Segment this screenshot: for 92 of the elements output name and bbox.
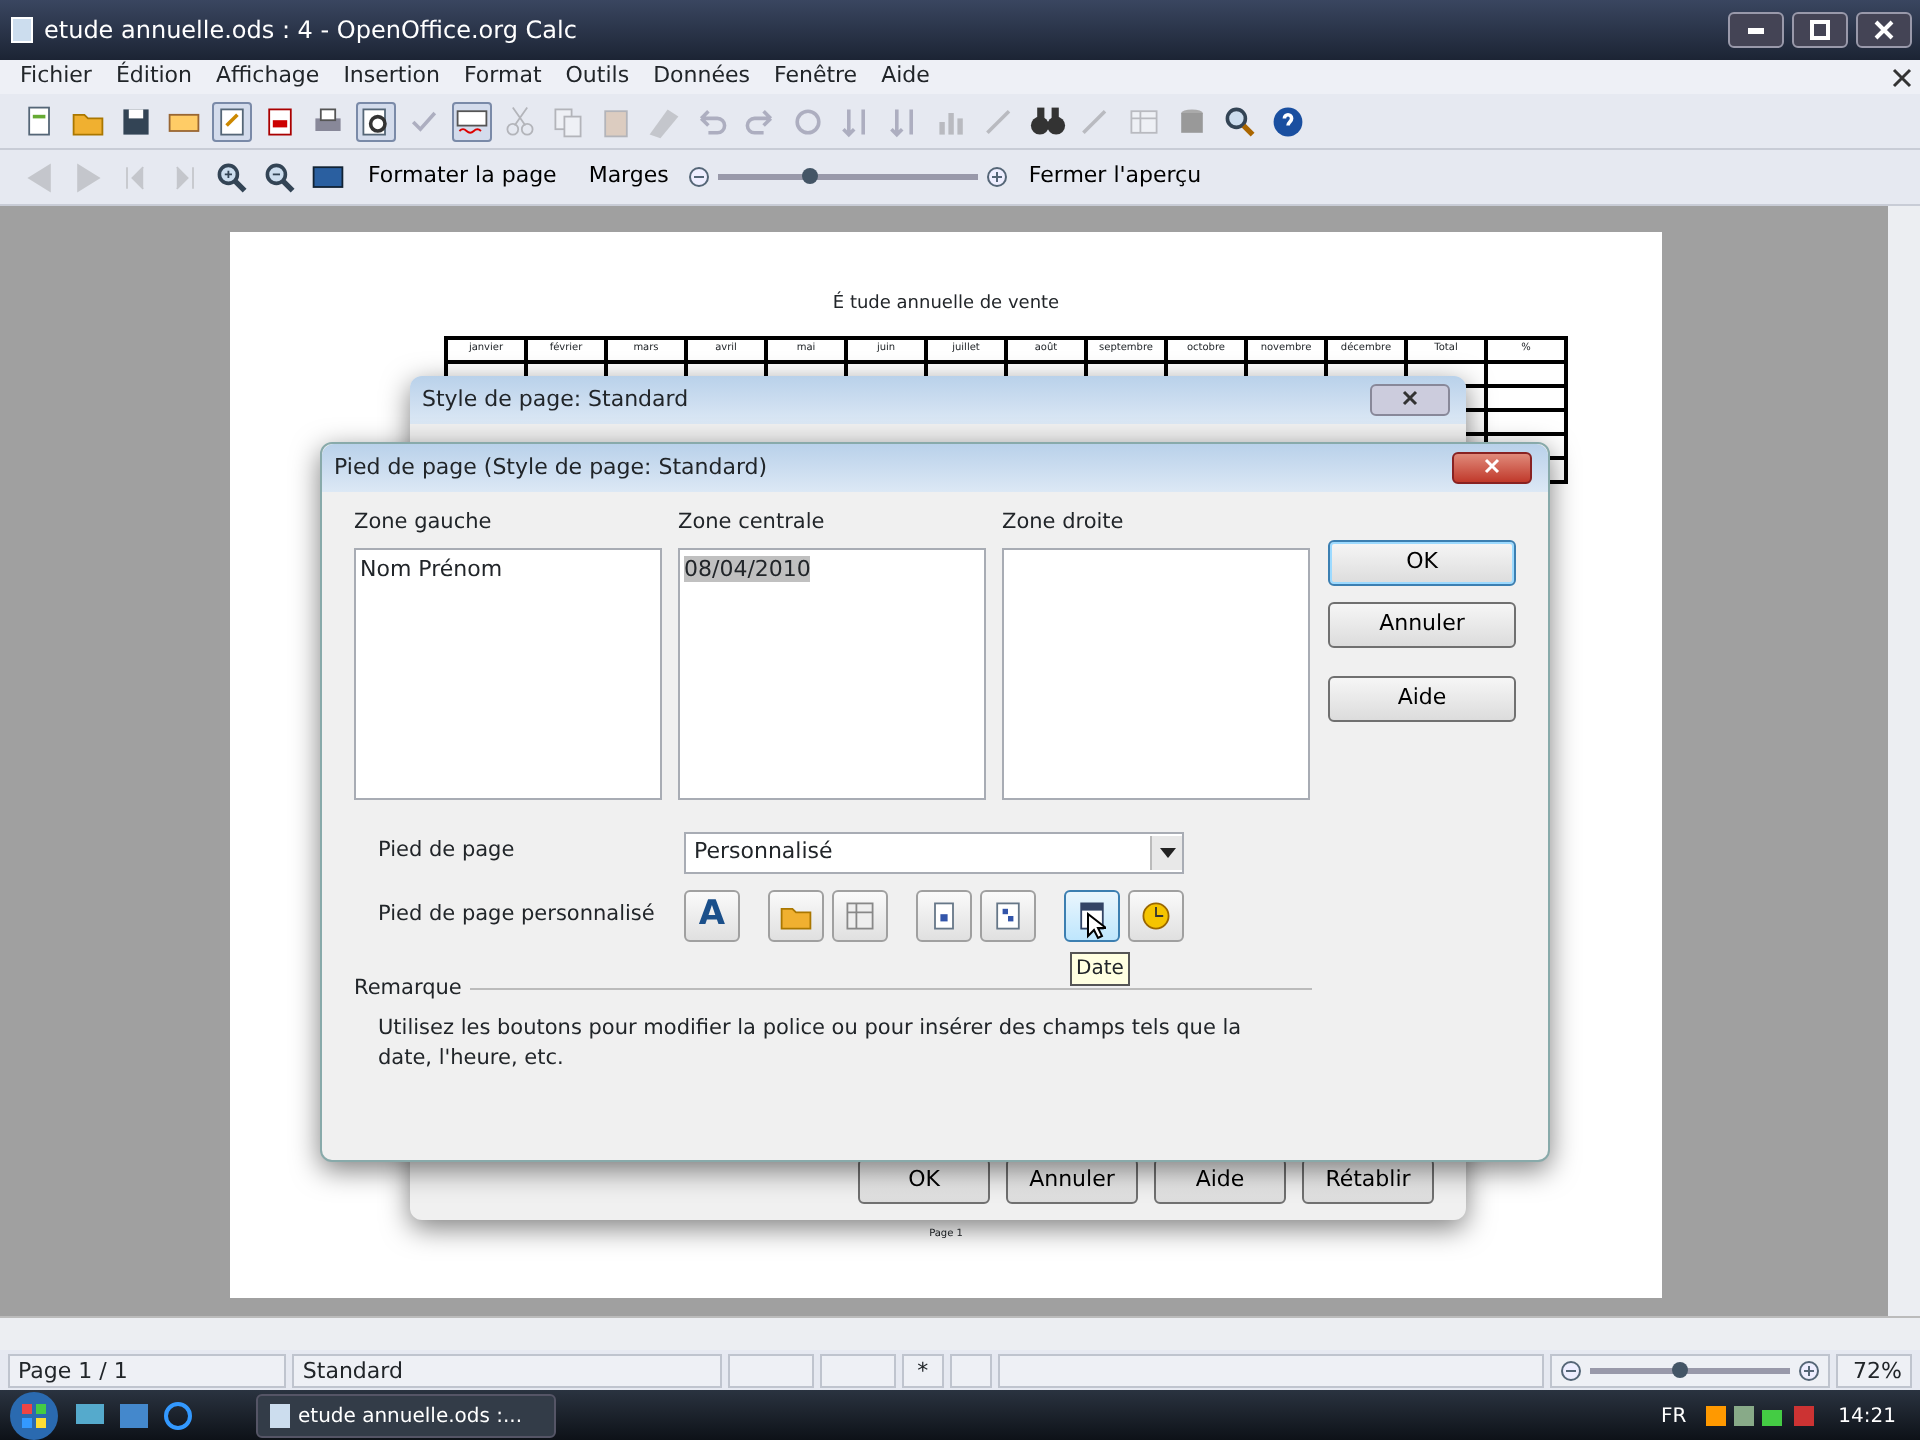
menu-item[interactable]: Aide: [869, 60, 942, 94]
dialog-button[interactable]: Annuler: [1328, 602, 1516, 648]
caret-icon: [1159, 847, 1175, 858]
document-icon: [270, 1404, 290, 1428]
field-label: Pied de page: [376, 836, 517, 867]
maximize-button[interactable]: [1792, 12, 1848, 48]
dialog-title: Style de page: Standard: [422, 383, 689, 416]
dialog-button[interactable]: OK: [1328, 540, 1516, 586]
zoom-in-icon: [1797, 1359, 1820, 1381]
dialog-button[interactable]: OK: [858, 1158, 990, 1204]
menu-item[interactable]: Format: [452, 60, 554, 94]
close-button[interactable]: [1856, 12, 1912, 48]
close-icon: [1892, 67, 1912, 87]
zone-label: Zone centrale: [678, 508, 827, 538]
text-area[interactable]: [1002, 547, 1310, 800]
dialog-button[interactable]: Rétablir: [1302, 1158, 1434, 1204]
pages-icon: [990, 897, 1026, 934]
zoom-percent: 72%: [1835, 1353, 1912, 1387]
menu-item[interactable]: Fichier: [8, 60, 104, 94]
field-button[interactable]: [916, 889, 972, 942]
field-button[interactable]: [832, 889, 888, 942]
horizontal-scrollbar[interactable]: [0, 1316, 1920, 1350]
close-button[interactable]: [1370, 384, 1450, 416]
language-indicator[interactable]: FR: [1660, 1401, 1687, 1431]
dialog-title: Pied de page (Style de page: Standard): [334, 451, 768, 484]
menu-item[interactable]: Fenêtre: [761, 60, 870, 94]
format-page-button[interactable]: Formater la page: [356, 160, 569, 194]
slider-track[interactable]: [1589, 1367, 1790, 1373]
text-area[interactable]: 08/04/2010: [678, 547, 986, 800]
menu-item[interactable]: Édition: [103, 60, 205, 94]
toolbar-button[interactable]: [212, 101, 252, 141]
close-icon: [1402, 390, 1418, 407]
edit-icon: [214, 103, 250, 139]
close-preview-button[interactable]: Fermer l'aperçu: [1016, 160, 1214, 194]
note-text: Utilisez les boutons pour modifier la police ou pour insérer des champs tels que la date, l'heure, etc.: [376, 1013, 1244, 1075]
pdf-icon: [262, 103, 298, 139]
dropdown-field[interactable]: Personnalisé: [684, 831, 1184, 874]
page-indicator: Page 1 / 1: [8, 1353, 287, 1387]
dialog-button[interactable]: Aide: [1328, 676, 1516, 722]
field-button[interactable]: A: [684, 889, 740, 942]
slider-thumb[interactable]: [1671, 1361, 1688, 1377]
zoom-out-icon: [1559, 1359, 1582, 1381]
binoculars-icon: [1030, 103, 1066, 139]
text-area[interactable]: Nom Prénom: [354, 547, 662, 800]
dialog-button[interactable]: Aide: [1154, 1158, 1286, 1204]
maximize-icon: [1810, 20, 1830, 40]
copy-icon: [550, 103, 586, 139]
dialog-button[interactable]: Annuler: [1006, 1158, 1138, 1204]
menu-item[interactable]: Données: [641, 60, 762, 94]
margins-button[interactable]: Marges: [576, 160, 681, 194]
menu-item[interactable]: Affichage: [204, 60, 332, 94]
clock: 14:21: [1838, 1403, 1896, 1431]
slider-thumb[interactable]: [801, 168, 818, 184]
section-label: Remarque: [354, 973, 462, 1004]
clock-icon: [1138, 897, 1174, 934]
vertical-scrollbar[interactable]: [1888, 206, 1920, 1316]
desktop-icon: [76, 1404, 104, 1428]
zoom-out-icon: [688, 166, 711, 188]
help-icon: [1270, 103, 1306, 139]
search-icon: [1222, 103, 1258, 139]
window-switch-icon: [120, 1404, 148, 1428]
save-icon: [118, 103, 154, 139]
zoom-in-icon: [986, 166, 1009, 188]
page-title: É tude annuelle de vente: [832, 292, 1060, 318]
modified-indicator: *: [901, 1353, 945, 1387]
close-icon: [1874, 20, 1894, 40]
table-icon: [842, 897, 878, 934]
field-label: Pied de page personnalisé: [376, 899, 657, 930]
slider-track[interactable]: [718, 174, 979, 180]
window-title: etude annuelle.ods : 4 - OpenOffice.org Calc: [44, 14, 579, 48]
field-button[interactable]: [980, 889, 1036, 942]
page-style: Standard: [292, 1353, 722, 1387]
scissors-icon: [502, 103, 538, 139]
minimize-icon: [1746, 27, 1766, 33]
field-button[interactable]: [1128, 889, 1184, 942]
close-button[interactable]: [1452, 452, 1532, 484]
browser-icon: [164, 1402, 192, 1430]
zone-label: Zone gauche: [354, 508, 494, 538]
document-icon: [8, 16, 36, 44]
toolbar-button[interactable]: [452, 101, 492, 141]
zone-label: Zone droite: [1002, 508, 1126, 538]
taskbar-button[interactable]: etude annuelle.ods :...: [256, 1394, 556, 1438]
field-button[interactable]: [768, 889, 824, 942]
tooltip: Date: [1070, 951, 1130, 986]
zoom-out-icon: [262, 159, 298, 195]
menu-item[interactable]: Insertion: [331, 60, 452, 94]
toolbar-button[interactable]: [356, 101, 396, 141]
minimize-button[interactable]: [1728, 12, 1784, 48]
menu-item[interactable]: Outils: [553, 60, 642, 94]
zoom-in-icon: [214, 159, 250, 195]
close-icon: [1484, 458, 1500, 475]
cursor-icon: [1086, 911, 1106, 940]
